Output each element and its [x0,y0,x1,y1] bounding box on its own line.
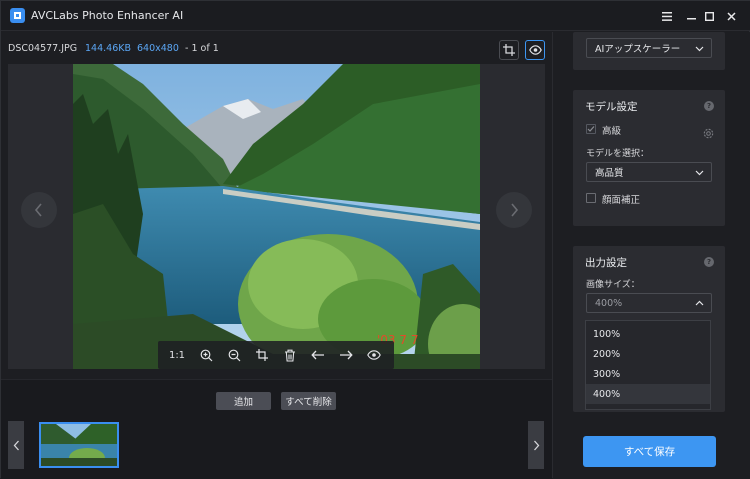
help-icon[interactable]: ? [704,101,714,111]
file-name: DSC04577.JPG [8,43,78,54]
previous-image-button[interactable] [21,192,57,228]
preview-toggle-button[interactable] [525,40,545,60]
model-settings-card: モデル設定 ? 高級 モデルを選択： 高品質 顔面補正 [573,90,725,226]
thumbnail-item[interactable] [39,422,119,468]
actual-size-button[interactable]: 1:1 [168,347,186,363]
arrow-left-icon[interactable] [310,347,326,363]
file-resolution: 640x480 [137,43,179,54]
chevron-left-icon [13,440,19,450]
high-label: 高級 [602,126,622,137]
maximize-icon[interactable] [699,6,719,26]
image-size-label: 画像サイズ： [586,280,640,290]
image-viewer: '03 7 7 [8,64,545,369]
choose-model-label: モデルを選択： [586,149,650,159]
image-size-dropdown: 100% 200% 300% 400% [585,320,711,410]
crop-icon [503,44,515,56]
model-quality-select[interactable]: 高品質 [586,162,712,182]
zoom-in-icon[interactable] [198,347,214,363]
size-option-200[interactable]: 200% [586,344,710,364]
chevron-down-icon [695,46,704,52]
chevron-right-icon [511,203,519,217]
model-type-value: AIアップスケーラー [595,44,681,55]
size-option-300[interactable]: 300% [586,364,710,384]
eye-icon [528,45,542,55]
file-count: - 1 of 1 [185,43,219,54]
output-settings-title: 出力設定 [585,257,627,269]
model-quality-value: 高品質 [595,168,624,179]
model-type-select[interactable]: AIアップスケーラー [586,38,712,58]
chevron-up-icon [695,300,704,306]
image-size-select[interactable]: 400% [586,293,712,313]
face-enhance-label: 顔面補正 [602,195,641,206]
chevron-left-icon [34,203,42,217]
add-button[interactable]: 追加 [216,392,271,410]
photo-preview: '03 7 7 [73,64,480,369]
close-icon[interactable] [721,6,741,26]
app-logo-icon [10,8,25,23]
model-settings-title: モデル設定 [585,101,638,113]
help-icon[interactable]: ? [704,257,714,267]
delete-all-button[interactable]: すべて削除 [281,392,336,410]
chevron-down-icon [695,170,704,176]
strip-next-button[interactable] [528,421,544,469]
image-size-value: 400% [595,297,623,309]
size-option-400[interactable]: 400% [586,384,710,404]
zoom-out-icon[interactable] [226,347,242,363]
crop-toggle-button[interactable] [499,40,519,60]
high-checkbox[interactable] [586,124,596,134]
next-image-button[interactable] [496,192,532,228]
strip-prev-button[interactable] [8,421,24,469]
title-bar: AVCLabs Photo Enhancer AI [1,1,750,31]
save-all-button[interactable]: すべて保存 [583,436,716,467]
minimize-icon[interactable] [681,6,701,26]
settings-panel: AIアップスケーラー モデル設定 ? 高級 モデルを選択： 高品質 顔面補正 出… [552,32,750,478]
size-option-100[interactable]: 100% [586,324,710,344]
file-size: 144.46KB [85,43,131,54]
file-info-bar: DSC04577.JPG 144.46KB 640x480 - 1 of 1 [1,32,552,64]
delete-icon[interactable] [282,347,298,363]
gear-icon[interactable] [703,124,714,139]
check-icon [587,126,595,132]
eye-icon[interactable] [366,347,382,363]
face-enhance-checkbox[interactable] [586,193,596,203]
app-window: AVCLabs Photo Enhancer AI DSC04577.JPG 1… [0,0,750,479]
arrow-right-icon[interactable] [338,347,354,363]
hamburger-menu-icon[interactable] [657,6,677,26]
crop-icon[interactable] [254,347,270,363]
image-toolbar: 1:1 [158,341,394,369]
chevron-right-icon [533,440,539,450]
app-title: AVCLabs Photo Enhancer AI [31,9,184,22]
model-type-card: AIアップスケーラー [573,32,725,70]
